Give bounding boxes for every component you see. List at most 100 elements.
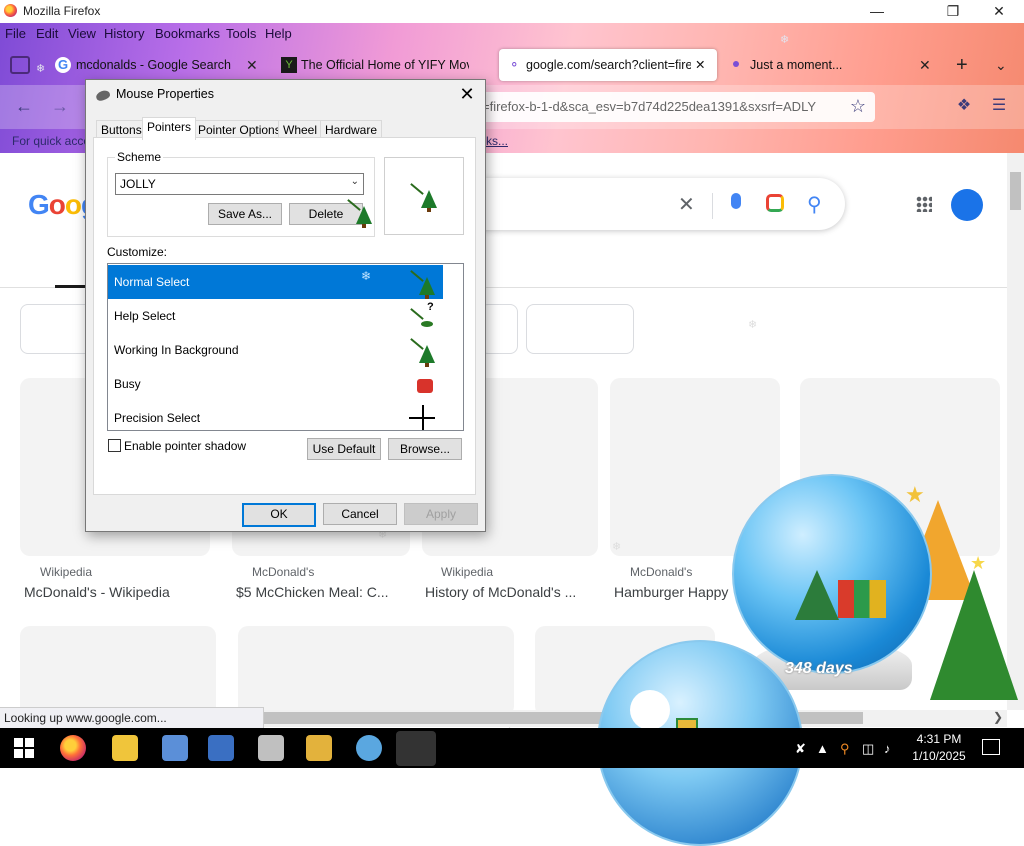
result-title[interactable]: McDonald's - Wikipedia bbox=[24, 584, 170, 600]
result-title[interactable]: History of McDonald's ... bbox=[425, 584, 576, 600]
menu-help[interactable]: Help bbox=[265, 26, 292, 41]
new-tab-button[interactable]: + bbox=[956, 49, 968, 81]
search-box[interactable] bbox=[450, 178, 845, 230]
save-as-button[interactable]: Save As... bbox=[208, 203, 282, 225]
lens-search-icon[interactable] bbox=[766, 194, 784, 212]
close-button[interactable]: ✕ bbox=[976, 0, 1022, 23]
firefox-taskbar-icon[interactable] bbox=[60, 735, 86, 761]
countdown-label: 348 days bbox=[785, 660, 853, 677]
list-item-help-select[interactable]: Help Select ? bbox=[108, 299, 443, 333]
crosshair-icon bbox=[409, 405, 437, 430]
app-taskbar-icon[interactable] bbox=[356, 735, 382, 761]
app-menu-icon[interactable]: ☰ bbox=[986, 93, 1012, 119]
tab-pointers[interactable]: Pointers bbox=[142, 117, 197, 140]
tree-cursor-icon bbox=[409, 180, 443, 214]
network-icon[interactable]: ◫ bbox=[862, 741, 874, 757]
tab-list-icon[interactable] bbox=[10, 56, 30, 74]
result-image-card[interactable] bbox=[238, 626, 514, 716]
minimize-button[interactable]: — bbox=[854, 0, 900, 23]
bookmark-star-icon[interactable]: ☆ bbox=[845, 93, 871, 119]
app-taskbar-icon[interactable] bbox=[162, 735, 188, 761]
paint-taskbar-icon[interactable] bbox=[306, 735, 332, 761]
tab-just-a-moment[interactable]: Just a moment... bbox=[750, 49, 910, 81]
christmas-tree-decoration bbox=[930, 570, 1018, 700]
mouse-properties-taskbar-icon[interactable] bbox=[396, 731, 436, 766]
tab-google-active[interactable]: ⚬ google.com/search?client=firef ✕ bbox=[499, 49, 717, 81]
scheme-group bbox=[107, 157, 375, 237]
yify-favicon-icon: Y bbox=[281, 57, 297, 73]
menu-view[interactable]: View bbox=[68, 26, 96, 41]
menu-file[interactable]: File bbox=[5, 26, 26, 41]
search-icon[interactable]: ⚲ bbox=[807, 192, 822, 217]
menu-edit[interactable]: Edit bbox=[36, 26, 58, 41]
use-default-button[interactable]: Use Default bbox=[307, 438, 381, 460]
app-taskbar-icon[interactable] bbox=[258, 735, 284, 761]
notification-icon[interactable] bbox=[982, 739, 1000, 755]
scroll-right-icon[interactable]: ❯ bbox=[993, 710, 1003, 724]
cancel-button[interactable]: Cancel bbox=[323, 503, 397, 525]
vertical-scroll-thumb[interactable] bbox=[1010, 172, 1021, 210]
computer-taskbar-icon[interactable] bbox=[208, 735, 234, 761]
pointer-list[interactable]: Normal Select ❄ Help Select ? Working In… bbox=[107, 263, 464, 431]
title-bar: Mozilla Firefox — ❐ ✕ bbox=[0, 0, 1024, 23]
google-apps-icon[interactable] bbox=[916, 196, 932, 212]
result-title[interactable]: $5 McChicken Meal: C... bbox=[236, 584, 389, 600]
tray-icon[interactable]: ✘ bbox=[795, 741, 806, 757]
status-panel: Looking up www.google.com... bbox=[0, 707, 264, 729]
back-arrow-icon[interactable]: ← bbox=[11, 93, 37, 119]
scheme-value: JOLLY bbox=[120, 177, 156, 191]
tree-cursor-icon bbox=[346, 198, 376, 228]
file-explorer-icon[interactable] bbox=[112, 735, 138, 761]
window-title: Mozilla Firefox bbox=[23, 4, 101, 18]
holly-help-cursor-icon: ? bbox=[409, 301, 437, 331]
apply-button[interactable]: Apply bbox=[404, 503, 478, 525]
loading-dot-icon bbox=[733, 61, 739, 67]
browse-button[interactable]: Browse... bbox=[388, 438, 462, 460]
pointer-shadow-checkbox[interactable] bbox=[108, 439, 121, 452]
list-item-precision-select[interactable]: Precision Select bbox=[108, 401, 443, 430]
voice-search-icon[interactable] bbox=[731, 193, 741, 209]
ok-button[interactable]: OK bbox=[242, 503, 316, 527]
menu-tools[interactable]: Tools bbox=[226, 26, 256, 41]
scheme-dropdown[interactable]: JOLLY ⌄ bbox=[115, 173, 364, 195]
extensions-icon[interactable]: ❖ bbox=[951, 93, 977, 119]
tab-yify[interactable]: The Official Home of YIFY Movi bbox=[301, 49, 469, 81]
customize-label: Customize: bbox=[107, 245, 168, 259]
result-source: McDonald's bbox=[252, 565, 315, 579]
menu-bookmarks[interactable]: Bookmarks bbox=[155, 26, 220, 41]
tab-label: google.com/search?client=firef bbox=[526, 58, 691, 72]
menu-bar: File Edit View History Bookmarks Tools H… bbox=[0, 23, 600, 45]
pointer-name: Normal Select bbox=[114, 275, 190, 289]
list-all-tabs-icon[interactable]: ⌄ bbox=[995, 49, 1007, 81]
bookmarks-hint-text: For quick acce bbox=[12, 134, 91, 148]
tab-close-icon[interactable]: ✕ bbox=[695, 49, 705, 81]
list-item-working-in-background[interactable]: Working In Background bbox=[108, 333, 443, 367]
dialog-close-icon[interactable]: ✕ bbox=[454, 82, 480, 106]
pointer-shadow-label: Enable pointer shadow bbox=[124, 439, 247, 453]
clear-search-icon[interactable]: ✕ bbox=[678, 192, 695, 217]
tab-close-icon[interactable]: ✕ bbox=[919, 49, 931, 81]
list-item-normal-select[interactable]: Normal Select ❄ bbox=[108, 265, 443, 299]
sweater-cursor-icon bbox=[409, 371, 437, 399]
filter-chip[interactable] bbox=[526, 304, 634, 354]
windows-start-icon[interactable] bbox=[14, 738, 34, 758]
volume-muted-icon[interactable]: ♪ bbox=[884, 741, 891, 756]
maximize-button[interactable]: ❐ bbox=[930, 0, 976, 23]
result-source: McDonald's bbox=[630, 565, 693, 579]
tab-mcdonalds-search[interactable]: mcdonalds - Google Search bbox=[76, 49, 236, 81]
url-text: =firefox-b-1-d&sca_esv=b7d74d225dea1391&… bbox=[482, 99, 817, 114]
clock-date: 1/10/2025 bbox=[912, 749, 966, 763]
taskbar-clock[interactable]: 4:31 PM 1/10/2025 bbox=[905, 731, 973, 765]
status-text: Looking up www.google.com... bbox=[4, 711, 167, 725]
tray-icon[interactable]: ▲ bbox=[816, 741, 829, 756]
tray-icon[interactable]: ⚲ bbox=[840, 741, 850, 757]
result-title[interactable]: Hamburger Happy bbox=[614, 584, 728, 600]
list-item-busy[interactable]: Busy bbox=[108, 367, 443, 401]
snowflake-icon: ❄ bbox=[361, 269, 372, 283]
menu-history[interactable]: History bbox=[104, 26, 144, 41]
search-divider bbox=[712, 193, 713, 219]
tab-close-icon[interactable]: ✕ bbox=[246, 49, 258, 81]
result-image-card[interactable] bbox=[20, 626, 216, 716]
account-avatar[interactable] bbox=[951, 189, 983, 221]
forward-arrow-icon[interactable]: → bbox=[47, 93, 73, 119]
